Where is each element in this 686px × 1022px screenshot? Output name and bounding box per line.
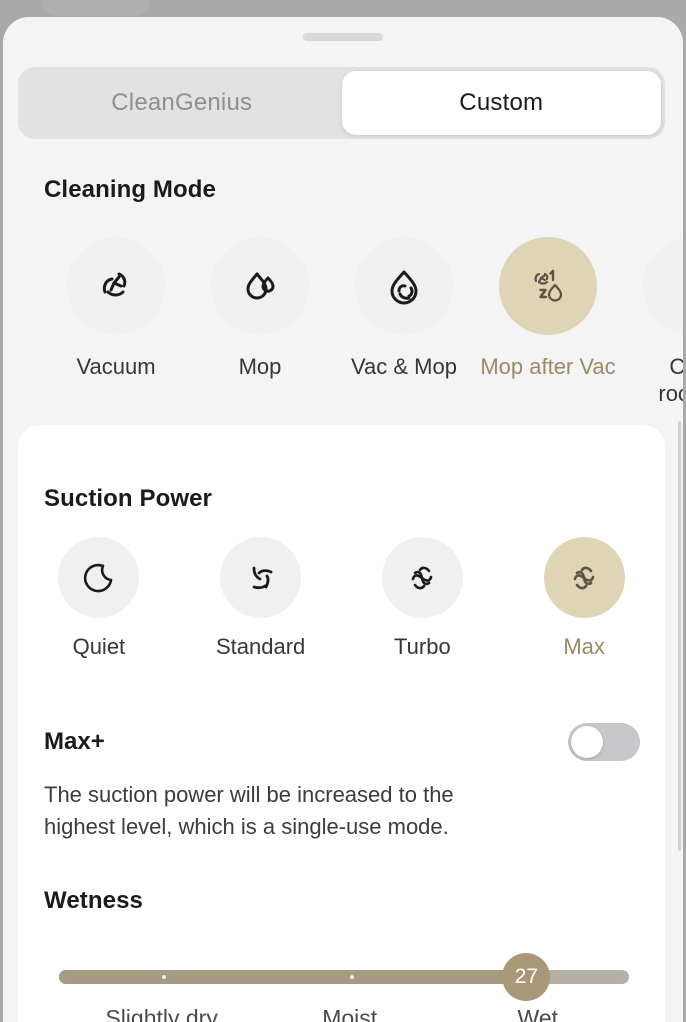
max-plus-toggle[interactable]	[568, 723, 640, 761]
tab-cleangenius-label: CleanGenius	[111, 89, 253, 116]
cleaning-mode-custom-room-label: Custroom c	[658, 354, 683, 406]
fan-two-blade-icon	[242, 559, 280, 597]
suction-power-max-label: Max	[563, 634, 605, 659]
cleaning-mode-vacuum[interactable]: Vacuum	[44, 237, 188, 427]
cleaning-mode-mop[interactable]: Mop	[188, 237, 332, 427]
suction-power-turbo-label: Turbo	[394, 634, 451, 659]
custom-room-bubble[interactable]	[643, 237, 683, 335]
mop-bubble[interactable]	[211, 237, 309, 335]
cleaning-mode-vac-and-mop[interactable]: Vac & Mop	[332, 237, 476, 427]
water-droplets-icon	[236, 262, 284, 310]
cleaning-mode-list[interactable]: Vacuum Mop Vac & Mop Mop after Vac C ro	[3, 237, 683, 427]
cleaning-mode-mop-after-vac[interactable]: Mop after Vac	[476, 237, 620, 427]
fan-three-blade-icon	[403, 559, 441, 597]
tab-custom-label: Custom	[459, 89, 544, 116]
background-ghost-shape	[40, 0, 150, 16]
suction-power-standard-label: Standard	[215, 634, 306, 659]
suction-power-card: Suction Power Quiet Standard Turbo Max M…	[18, 425, 665, 1022]
max-plus-description: The suction power will be increased to t…	[44, 782, 454, 839]
wetness-slider-track[interactable]: 27	[59, 953, 629, 1001]
custom-room-icon	[668, 262, 683, 310]
vertical-scrollbar[interactable]	[678, 421, 681, 851]
suction-power-standard[interactable]: Standard	[180, 537, 342, 660]
wetness-heading: Wetness	[44, 887, 143, 914]
vac-and-mop-bubble[interactable]	[355, 237, 453, 335]
suction-power-quiet-label: Quiet	[72, 634, 126, 659]
vac-then-mop-icon	[523, 261, 573, 311]
tab-custom[interactable]: Custom	[341, 71, 661, 135]
standard-bubble[interactable]	[220, 537, 302, 618]
wetness-slider-tick	[349, 975, 354, 979]
wetness-label: Moist	[322, 1005, 378, 1022]
cleaning-mode-mop-label: Mop	[238, 354, 282, 379]
cleaning-mode-custom-room[interactable]: Custroom c	[620, 237, 683, 427]
vacuum-bubble[interactable]	[67, 237, 165, 335]
suction-power-max[interactable]: Max	[503, 537, 665, 660]
moon-icon	[80, 559, 118, 597]
cleaning-mode-vac-and-mop-label: Vac & Mop	[351, 354, 457, 379]
app-screen: CleanGenius Custom Cleaning Mode Vacuum …	[0, 0, 686, 1022]
max-plus-title: Max+	[44, 728, 105, 755]
max-plus-section: Max+ The suction power will be increased…	[44, 723, 640, 843]
wetness-value: 27	[514, 965, 539, 988]
quiet-bubble[interactable]	[58, 537, 140, 618]
max-plus-header: Max+	[44, 723, 640, 761]
mode-tab-switcher[interactable]: CleanGenius Custom	[18, 67, 665, 139]
settings-bottom-sheet: CleanGenius Custom Cleaning Mode Vacuum …	[3, 17, 683, 1022]
suction-power-heading: Suction Power	[44, 485, 212, 512]
cleaning-mode-mop-after-vac-label: Mop after Vac	[480, 354, 616, 379]
wetness-label: Wet	[517, 1005, 559, 1022]
wetness-slider[interactable]: 27 Slightly dry Moist Wet	[59, 953, 629, 1022]
wetness-slider-fill	[59, 970, 527, 984]
max-bubble[interactable]	[543, 537, 625, 618]
wetness-slider-tick	[161, 975, 166, 979]
turbo-bubble[interactable]	[381, 537, 463, 618]
wetness-label: Slightly dry	[105, 1005, 218, 1022]
suction-power-turbo[interactable]: Turbo	[342, 537, 504, 660]
tab-cleangenius[interactable]: CleanGenius	[22, 71, 342, 135]
cleaning-mode-heading: Cleaning Mode	[44, 176, 216, 203]
mop-after-vac-bubble[interactable]	[499, 237, 597, 335]
suction-power-list[interactable]: Quiet Standard Turbo Max	[18, 537, 665, 660]
sheet-drag-handle[interactable]	[303, 33, 383, 41]
droplet-fan-icon	[380, 262, 428, 310]
toggle-knob	[571, 726, 603, 758]
suction-power-quiet[interactable]: Quiet	[18, 537, 180, 660]
vacuum-fan-icon	[92, 262, 140, 310]
wetness-slider-labels: Slightly dry Moist Wet	[59, 1005, 629, 1022]
wetness-slider-thumb[interactable]: 27	[502, 953, 551, 1001]
cleaning-mode-vacuum-label: Vacuum	[76, 354, 156, 379]
fan-four-blade-icon	[565, 559, 603, 597]
